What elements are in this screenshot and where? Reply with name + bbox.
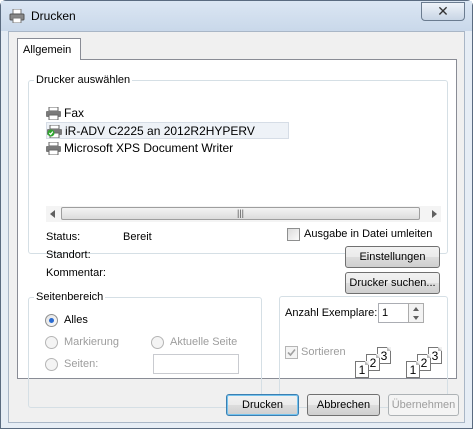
print-dialog: Drucken ✕ Allgemein Drucker auswählen Fa… (0, 0, 473, 429)
spin-down-icon[interactable] (413, 316, 419, 320)
printer-item-ir-adv[interactable]: iR-ADV C2225 an 2012R2HYPERV (46, 122, 289, 139)
page-range-group: Seitenbereich Alles Markierung Aktuelle … (28, 291, 262, 408)
find-printer-button[interactable]: Drucker suchen... (345, 272, 440, 294)
scroll-right-icon[interactable] (432, 210, 437, 218)
print-to-file-label[interactable]: Ausgabe in Datei umleiten (304, 228, 432, 240)
tab-general[interactable]: Allgemein (17, 38, 81, 60)
check-icon (287, 348, 296, 357)
horizontal-scrollbar[interactable]: ||| (46, 206, 441, 222)
range-current-page-radio[interactable] (151, 336, 164, 349)
collate-icon: 3 2 1 (404, 347, 444, 383)
cancel-button[interactable]: Abbrechen (307, 394, 380, 416)
copies-label: Anzahl Exemplare: (285, 307, 378, 319)
range-pages-label[interactable]: Seiten: (64, 358, 98, 370)
tab-panel-general: Drucker auswählen Fax iR-ADV C2225 an 20… (17, 59, 457, 408)
scroll-left-icon[interactable] (50, 210, 55, 218)
copies-group: Anzahl Exemplare: Sortieren 3 2 1 3 (279, 296, 448, 408)
print-to-file-checkbox[interactable] (287, 228, 300, 241)
print-button[interactable]: Drucken (226, 394, 299, 416)
location-label: Standort: (46, 249, 91, 261)
printer-item-fax[interactable]: Fax (46, 105, 84, 122)
printer-name: Fax (64, 106, 85, 120)
collate-page-1: 1 (355, 361, 369, 378)
range-selection-radio[interactable] (45, 336, 58, 349)
printer-group-legend: Drucker auswählen (36, 74, 131, 86)
status-label: Status: (46, 231, 81, 243)
status-value: Bereit (123, 231, 152, 243)
apply-button[interactable]: Übernehmen (388, 394, 459, 416)
collate-label[interactable]: Sortieren (301, 346, 346, 358)
range-selection-label[interactable]: Markierung (64, 336, 119, 348)
printer-select-group: Drucker auswählen Fax iR-ADV C2225 an 20… (28, 74, 448, 294)
page-range-legend: Seitenbereich (36, 291, 104, 303)
window-title: Drucken (31, 9, 76, 23)
printer-icon (9, 9, 25, 23)
spin-up-icon[interactable] (413, 307, 419, 311)
printer-icon (46, 142, 61, 155)
comment-label: Kommentar: (46, 267, 106, 279)
scroll-thumb[interactable]: ||| (61, 207, 420, 220)
close-button[interactable]: ✕ (421, 2, 465, 21)
preferences-button[interactable]: Einstellungen (345, 246, 440, 268)
title-bar[interactable]: Drucken ✕ (1, 1, 472, 31)
dialog-body: Allgemein Drucker auswählen Fax iR-ADV C… (8, 31, 465, 423)
range-all-radio[interactable] (45, 314, 58, 327)
collate-checkbox[interactable] (285, 346, 298, 359)
collate-icon: 3 2 1 (353, 347, 393, 383)
close-icon: ✕ (437, 3, 449, 20)
range-current-page-label[interactable]: Aktuelle Seite (170, 336, 237, 348)
collate-page-1: 1 (406, 361, 420, 378)
printer-name: iR-ADV C2225 an 2012R2HYPERV (65, 124, 255, 138)
printer-name: Microsoft XPS Document Writer (64, 141, 234, 155)
copies-stepper[interactable] (408, 303, 424, 323)
range-all-label[interactable]: Alles (64, 314, 88, 326)
pages-input[interactable] (153, 354, 239, 374)
printer-item-xps[interactable]: Microsoft XPS Document Writer (46, 140, 233, 157)
range-pages-radio[interactable] (45, 358, 58, 371)
default-printer-icon (47, 125, 62, 138)
printer-list[interactable]: Fax iR-ADV C2225 an 2012R2HYPERV Microso… (46, 105, 441, 195)
fax-printer-icon (46, 107, 61, 120)
grip-icon: ||| (236, 208, 244, 218)
